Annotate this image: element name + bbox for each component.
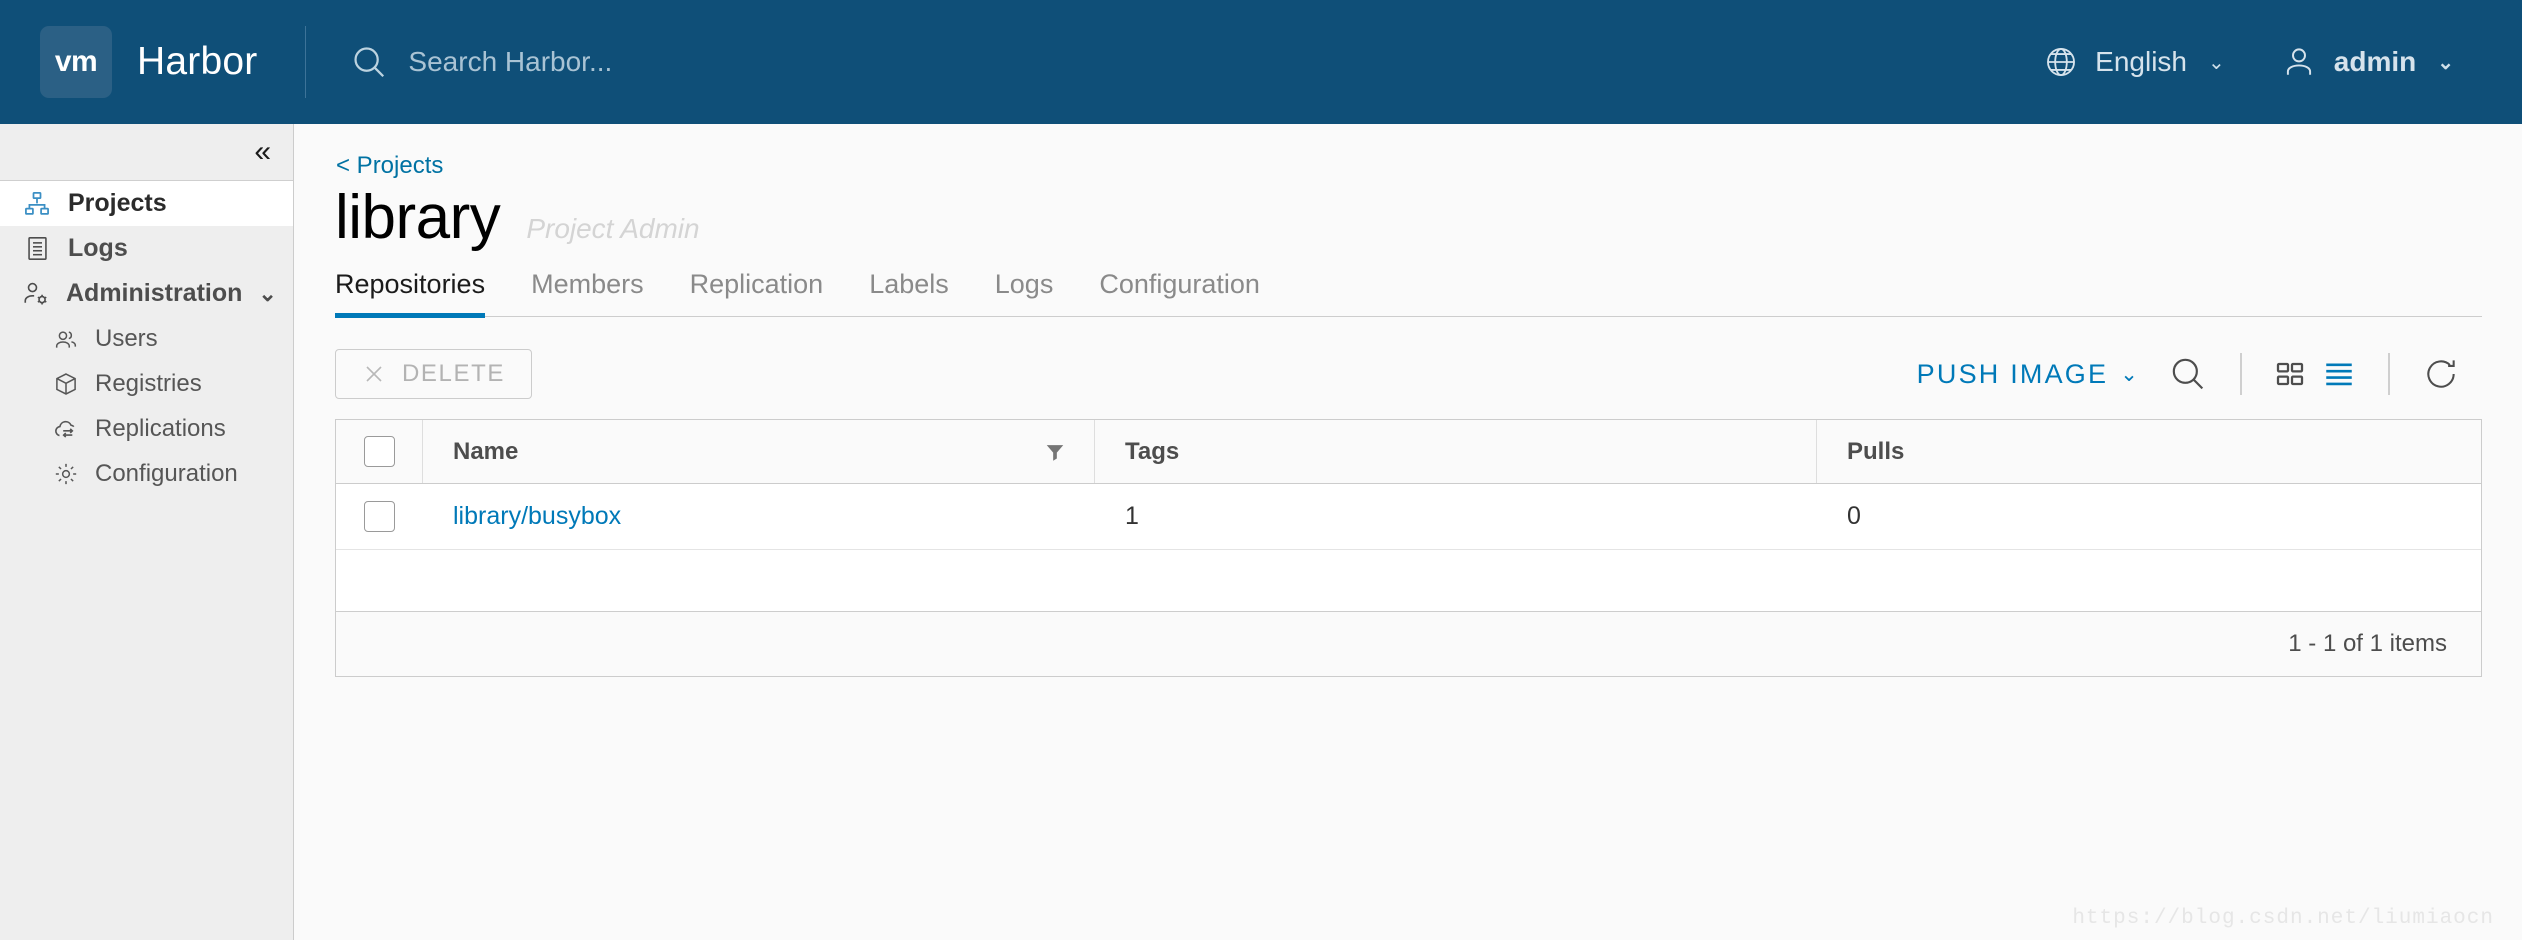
repositories-table: Name Tags Pulls library/busybox 1 0 1 - … [335,419,2482,677]
refresh-button[interactable] [2400,355,2482,393]
table-row[interactable]: library/busybox 1 0 [336,484,2481,550]
pagination-summary: 1 - 1 of 1 items [2288,630,2447,657]
chevron-down-icon: ⌄ [2120,362,2140,386]
column-header-label: Name [453,437,519,465]
repositories-toolbar: DELETE PUSH IMAGE ⌄ [335,343,2482,405]
cell-tags: 1 [1125,502,1139,530]
repository-link[interactable]: library/busybox [453,502,621,531]
close-x-icon [362,362,386,386]
sidebar-item-replications[interactable]: Replications [0,406,293,451]
project-tabs: Repositories Members Replication Labels … [335,269,2482,318]
cloud-sync-icon [52,415,80,443]
search-icon [350,43,388,81]
funnel-filter-icon[interactable] [1044,441,1066,463]
header-actions: English ⌄ admin ⌄ [2016,0,2522,124]
brand-area[interactable]: vm Harbor [0,0,257,124]
tab-replication[interactable]: Replication [667,269,847,316]
chevron-down-icon: ⌄ [2208,51,2225,74]
main-content: < Projects library Project Admin Reposit… [295,124,2522,940]
chevron-double-left-icon: « [254,135,271,168]
toolbar-right-actions: PUSH IMAGE ⌄ [1917,353,2482,395]
tab-configuration[interactable]: Configuration [1076,269,1283,316]
table-empty-filler [336,550,2481,612]
sidebar-item-label: Users [95,324,158,352]
delete-button[interactable]: DELETE [335,349,532,399]
project-role-badge: Project Admin [526,213,700,244]
sidebar-item-projects[interactable]: Projects [0,181,293,226]
top-header: vm Harbor Search Harbor... English ⌄ adm… [0,0,2522,124]
product-title: Harbor [137,40,258,83]
page-title-row: library Project Admin [335,182,2482,253]
list-view-icon [2322,357,2356,391]
cell-pulls: 0 [1847,502,1861,530]
user-avatar-icon [2281,44,2317,80]
sidebar-item-label: Configuration [95,459,238,487]
sidebar-item-label: Registries [95,369,202,397]
sidebar-item-registries[interactable]: Registries [0,361,293,406]
push-image-label: PUSH IMAGE [1916,358,2109,389]
language-label: English [2095,46,2187,77]
header-divider [305,26,307,98]
vmware-logo: vm [40,26,112,98]
list-view-button[interactable] [2316,357,2378,391]
tab-labels[interactable]: Labels [846,269,972,316]
sidebar-item-label: Projects [68,189,167,217]
column-header-pulls[interactable]: Pulls [1816,420,2481,483]
sidebar-item-administration[interactable]: Administration ⌄ [0,271,293,316]
sidebar-item-configuration[interactable]: Configuration [0,451,293,496]
sidebar-item-users[interactable]: Users [0,316,293,361]
global-search[interactable] [350,43,2016,81]
select-all-checkbox[interactable] [363,436,395,467]
breadcrumb[interactable]: < Projects [336,152,2482,180]
org-chart-icon [22,189,52,219]
sidebar-item-label: Administration [66,279,243,307]
row-select-cell [336,501,422,532]
table-footer: 1 - 1 of 1 items [336,612,2481,676]
gear-icon [52,460,80,488]
users-icon [52,325,80,353]
grid-view-button[interactable] [2252,358,2316,390]
toolbar-divider [2388,353,2390,395]
sidebar-item-label: Logs [68,234,128,262]
column-header-name[interactable]: Name [422,420,1094,483]
user-menu[interactable]: admin ⌄ [2253,0,2482,124]
search-input[interactable] [408,46,1109,78]
page-title: library [335,183,501,252]
list-document-icon [22,234,52,264]
column-header-tags[interactable]: Tags [1094,420,1816,483]
tab-members[interactable]: Members [508,269,667,316]
chevron-down-icon: ⌄ [2437,51,2454,74]
tab-logs[interactable]: Logs [972,269,1077,316]
user-label: admin [2333,46,2417,77]
search-icon [2168,354,2208,394]
sidebar-nav: « Projects Logs Administration ⌄ Users R… [0,124,294,940]
cell-name: library/busybox [422,484,1094,549]
sidebar-item-label: Replications [95,414,226,442]
row-checkbox[interactable] [363,501,395,532]
sidebar-collapse-button[interactable]: « [0,124,293,181]
refresh-icon [2422,355,2460,393]
language-selector[interactable]: English ⌄ [2016,0,2253,124]
table-header-row: Name Tags Pulls [336,420,2481,484]
column-header-label: Tags [1125,437,1180,465]
cube-icon [52,370,80,398]
chevron-down-icon: ⌄ [258,280,277,306]
delete-button-label: DELETE [402,360,505,387]
table-search-button[interactable] [2146,354,2230,394]
push-image-button[interactable]: PUSH IMAGE ⌄ [1917,359,2146,390]
tab-repositories[interactable]: Repositories [335,269,508,318]
grid-view-icon [2274,358,2306,390]
select-all-cell [336,436,422,467]
vmware-logo-text: vm [54,45,98,78]
sidebar-item-logs[interactable]: Logs [0,226,293,271]
user-gear-icon [22,279,50,309]
column-header-label: Pulls [1847,437,1905,465]
watermark: https://blog.csdn.net/liumiaocn [2072,907,2494,930]
harbor-app: vm Harbor Search Harbor... English ⌄ adm… [0,0,2522,940]
globe-icon [2044,45,2078,79]
toolbar-divider [2240,353,2242,395]
